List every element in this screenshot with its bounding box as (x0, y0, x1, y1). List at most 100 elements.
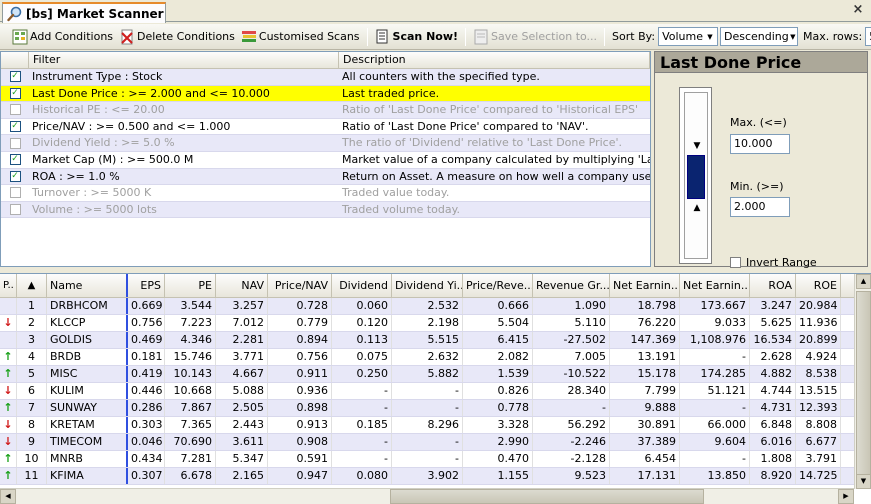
range-slider[interactable]: ▼ ▲ (679, 87, 712, 264)
filter-row[interactable]: Historical PE : <= 20.00 Ratio of 'Last D… (1, 102, 650, 119)
column-header[interactable]: Name (47, 274, 128, 297)
filter-row[interactable]: ✓ Instrument Type : Stock All counters wit… (1, 69, 650, 86)
delete-conditions-button[interactable]: Delete Conditions (116, 26, 238, 48)
unchecked-box[interactable] (9, 137, 21, 149)
table-row[interactable]: ↓ 8 KRETAM 0.303 7.365 2.443 0.913 0.185 8.296 3.… (0, 417, 871, 434)
stock-name-cell[interactable]: KULIM (47, 383, 128, 399)
filter-row[interactable]: ✓ Market Cap (M) : >= 500.0 M Market value… (1, 152, 650, 169)
column-header[interactable]: Net Earnin... (680, 274, 750, 297)
table-row[interactable]: ↓ 6 KULIM 0.446 10.668 5.088 0.936- -0.826 28.34… (0, 383, 871, 400)
slider-selected-range[interactable] (687, 155, 705, 199)
chevron-down-icon[interactable]: ▼ (789, 28, 797, 45)
scroll-thumb[interactable] (390, 489, 704, 504)
column-header[interactable]: Dividend (332, 274, 392, 297)
horizontal-scrollbar[interactable]: ◀ ▶ (0, 488, 854, 504)
stock-name-cell[interactable]: KRETAM (47, 417, 128, 433)
stock-name-cell[interactable]: KLCCP (47, 315, 128, 331)
filter-column-header[interactable]: Filter (29, 52, 339, 68)
stock-name-cell[interactable]: GOLDIS (47, 332, 128, 348)
filter-row[interactable]: Turnover : >= 5000 K Traded value today. (1, 185, 650, 202)
table-row[interactable]: ↓ 9 TIMECOM 0.046 70.690 3.611 0.908- -2.990 -2.… (0, 434, 871, 451)
column-header[interactable]: NAV (216, 274, 268, 297)
slider-lower-handle-icon[interactable]: ▲ (691, 204, 703, 213)
filter-enable-cell[interactable] (1, 185, 29, 201)
save-selection-button[interactable]: Save Selection to... (470, 26, 600, 48)
min-input[interactable]: 2.000 (730, 197, 790, 217)
filter-row[interactable]: Dividend Yield : >= 5.0 % The ratio of 'D… (1, 135, 650, 152)
filter-enable-cell[interactable]: ✓ (1, 152, 29, 168)
value-cell: 8.296 (392, 417, 463, 433)
filter-row[interactable]: ✓ ROA : >= 1.0 % Return on Asset. A measur… (1, 168, 650, 186)
invert-range-box[interactable] (730, 257, 741, 268)
filter-enable-cell[interactable]: ✓ (1, 86, 29, 102)
tab-market-scanner[interactable]: [bs] Market Scanner (2, 2, 166, 23)
table-row[interactable]: ↑ 4 BRDB 0.181 15.746 3.771 0.756 0.075 2.632 2.0… (0, 349, 871, 366)
scan-now-button[interactable]: Scan Now! (372, 26, 461, 48)
vertical-scrollbar[interactable]: ▲ ▼ (854, 274, 871, 489)
table-row[interactable]: ↑ 10 MNRB 0.434 7.281 5.347 0.591- -0.470 -2.128… (0, 451, 871, 468)
filter-enable-cell[interactable] (1, 102, 29, 118)
checkmark-icon[interactable]: ✓ (9, 87, 21, 99)
column-header[interactable]: EPS (128, 274, 165, 297)
max-input[interactable]: 10.000 (730, 134, 790, 154)
scroll-right-icon[interactable]: ▶ (838, 489, 854, 504)
table-row[interactable]: ↑ 5 MISC 0.419 10.143 4.667 0.911 0.250 5.882 1.5… (0, 366, 871, 383)
table-row[interactable]: ↑ 11 KFIMA 0.307 6.678 2.165 0.947 0.080 3.902 1.… (0, 468, 871, 485)
table-row[interactable]: 3 GOLDIS 0.469 4.346 2.281 0.894 0.113 5.515 6.4… (0, 332, 871, 349)
checkmark-icon[interactable]: ✓ (9, 121, 21, 133)
value-cell: 0.286 (128, 400, 165, 416)
column-header[interactable]: Revenue Gr... (533, 274, 610, 297)
invert-range-checkbox[interactable]: Invert Range (730, 256, 817, 269)
stock-name-cell[interactable]: DRBHCOM (47, 298, 128, 314)
column-header[interactable]: ROA (750, 274, 796, 297)
stock-name-cell[interactable]: MISC (47, 366, 128, 382)
table-row[interactable]: 1 DRBHCOM 0.669 3.544 3.257 0.728 0.060 2.532 0.… (0, 298, 871, 315)
value-cell: 5.515 (392, 332, 463, 348)
filter-enable-cell[interactable]: ✓ (1, 119, 29, 135)
stock-name-cell[interactable]: KFIMA (47, 468, 128, 484)
table-row[interactable]: ↑ 7 SUNWAY 0.286 7.867 2.505 0.898- -0.778-9.88… (0, 400, 871, 417)
slider-upper-handle-icon[interactable]: ▼ (691, 142, 703, 151)
stock-name-cell[interactable]: TIMECOM (47, 434, 128, 450)
filter-row[interactable]: ✓ Price/NAV : >= 0.500 and <= 1.000 Ratio … (1, 119, 650, 136)
unchecked-box[interactable] (9, 187, 21, 199)
column-header[interactable]: Price/Reve... (463, 274, 533, 297)
stock-name-cell[interactable]: SUNWAY (47, 400, 128, 416)
column-header[interactable]: Price/NAV (268, 274, 332, 297)
column-header[interactable]: Dividend Yi... (392, 274, 463, 297)
max-rows-stepper[interactable]: 50 ▲▼ (865, 27, 871, 46)
filter-row[interactable]: Volume : >= 5000 lots Traded volume today… (1, 201, 650, 219)
checkmark-icon[interactable]: ✓ (9, 71, 21, 83)
stock-name-cell[interactable]: BRDB (47, 349, 128, 365)
customised-scans-button[interactable]: Customised Scans (238, 26, 363, 48)
sort-order-select[interactable]: Descending ▼ (719, 27, 798, 46)
scroll-up-icon[interactable]: ▲ (856, 274, 871, 289)
stock-name-cell[interactable]: MNRB (47, 451, 128, 467)
add-conditions-button[interactable]: Add Conditions (9, 26, 116, 48)
scroll-thumb[interactable] (856, 291, 871, 481)
column-header[interactable]: Net Earnin... (610, 274, 680, 297)
sort-by-select[interactable]: Volume ▼ (658, 27, 718, 46)
filter-row[interactable]: ✓ Last Done Price : >= 2.000 and <= 10.00… (1, 85, 650, 103)
slider-track[interactable]: ▼ ▲ (684, 92, 708, 259)
description-column-header[interactable]: Description (339, 52, 650, 68)
unchecked-box[interactable] (9, 104, 21, 116)
column-header[interactable]: ▲ (17, 274, 47, 297)
column-header[interactable]: P.. (0, 274, 17, 297)
sort-by-value: Volume (662, 30, 703, 43)
filter-enable-cell[interactable] (1, 135, 29, 151)
filter-enable-cell[interactable] (1, 202, 29, 218)
column-header[interactable]: ROE (796, 274, 841, 297)
table-row[interactable]: ↓ 2 KLCCP 0.756 7.223 7.012 0.779 0.120 2.198 5.5… (0, 315, 871, 332)
close-icon[interactable]: × (851, 3, 865, 17)
filter-check-header[interactable] (1, 52, 29, 68)
unchecked-box[interactable] (9, 204, 21, 216)
checkmark-icon[interactable]: ✓ (9, 170, 21, 182)
filter-enable-cell[interactable]: ✓ (1, 169, 29, 185)
column-header[interactable]: PE (165, 274, 216, 297)
scroll-down-icon[interactable]: ▼ (856, 474, 871, 489)
chevron-down-icon[interactable]: ▼ (703, 28, 717, 45)
scroll-left-icon[interactable]: ◀ (0, 489, 16, 504)
filter-enable-cell[interactable]: ✓ (1, 69, 29, 85)
checkmark-icon[interactable]: ✓ (9, 154, 21, 166)
